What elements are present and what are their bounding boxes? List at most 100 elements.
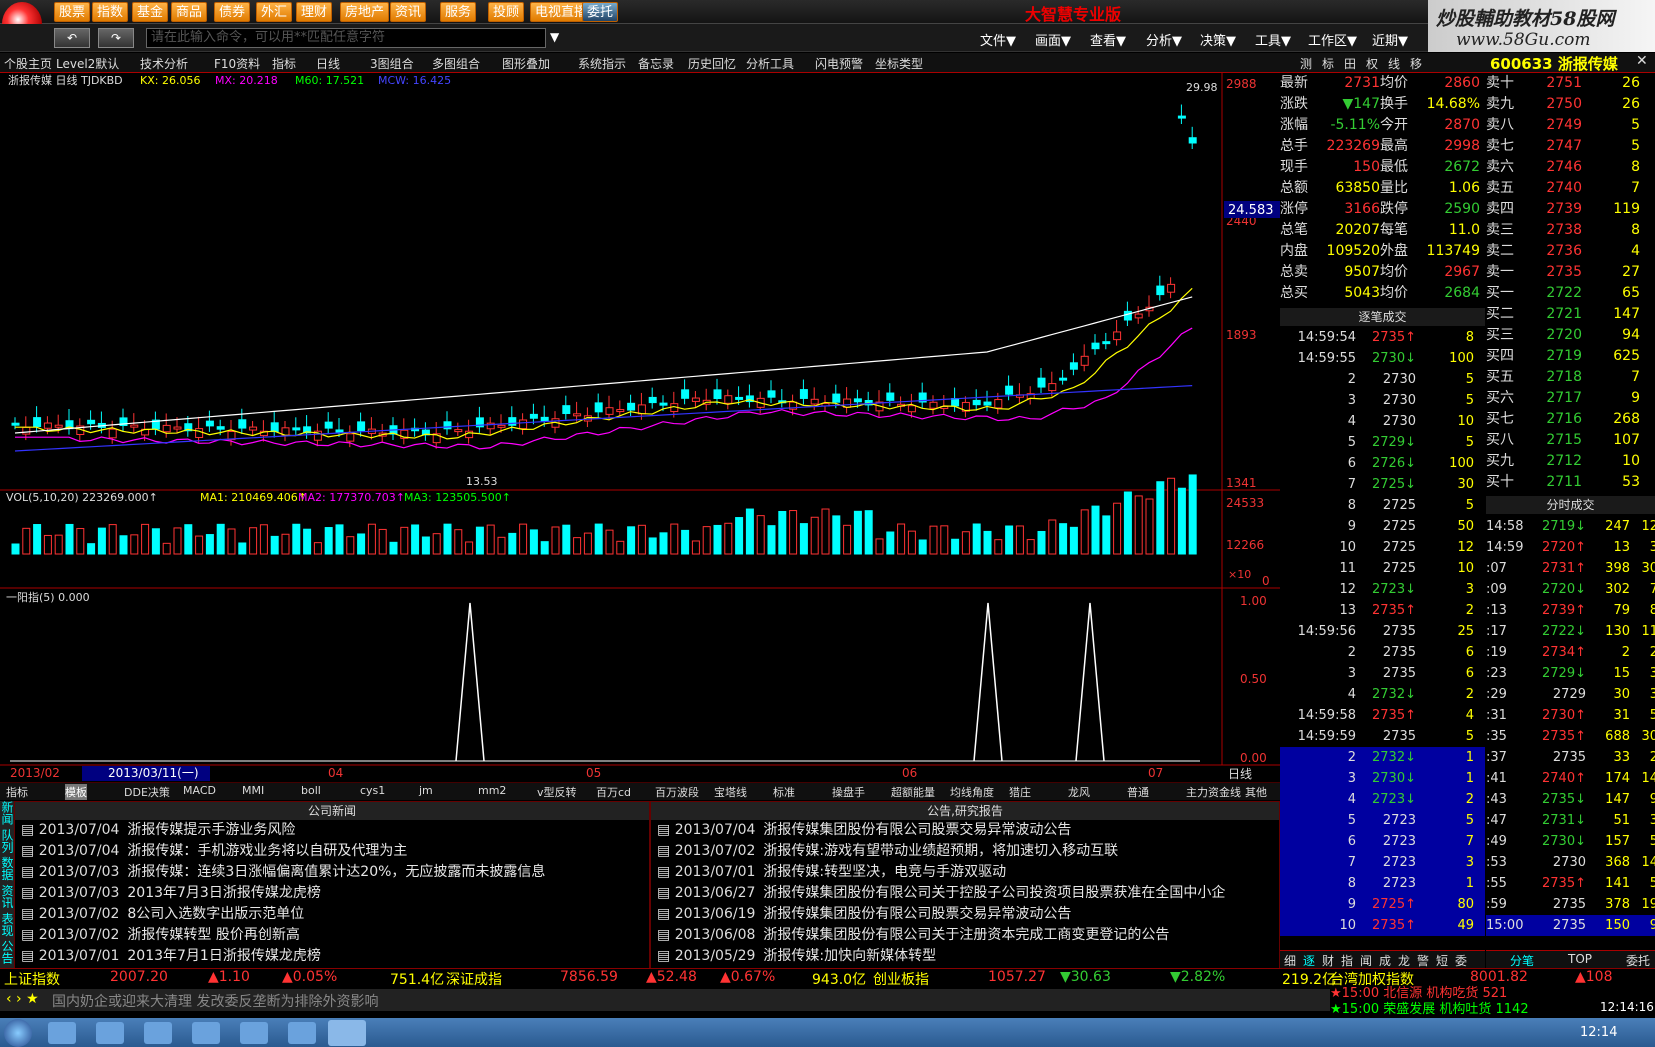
indicator-tab-11[interactable]: 百万波段 — [655, 784, 699, 800]
toolbar-0[interactable]: 个股主页 — [4, 55, 52, 72]
toolbar-8[interactable]: 图形叠加 — [502, 55, 550, 72]
bottom-tab-8[interactable]: 短 — [1436, 952, 1448, 969]
indicator-tab-1[interactable]: 模板 — [65, 784, 87, 800]
indicator-tab-3[interactable]: MACD — [183, 784, 216, 797]
indicator-tab-16[interactable]: 均线角度 — [950, 784, 994, 800]
toolbar-right-3[interactable]: 权 — [1366, 55, 1378, 72]
start-button[interactable] — [4, 1019, 32, 1047]
news-item[interactable]: ▤ 2013/07/03 浙报传媒：连续3日涨幅偏离值累计达20%，无应披露而未披… — [15, 862, 649, 883]
toolbar-11[interactable]: 历史回忆 — [688, 55, 736, 72]
toolbar-14[interactable]: 坐标类型 — [875, 55, 923, 72]
news-item[interactable]: ▤ 2013/06/27 浙报传媒集团股份有限公司关于控股子公司投资项目股票获准在… — [651, 883, 1279, 904]
orderbook-row[interactable]: 买六 2717 9 — [1486, 388, 1655, 409]
news-item[interactable]: ▤ 2013/06/19 浙报传媒集团股份有限公司股票交易异常波动公告 — [651, 904, 1279, 925]
bottom-tab-1[interactable]: 逐 — [1303, 952, 1315, 969]
news-side-tabs[interactable]: 新闻 队列 数据 资讯 表现 公告 相关 — [0, 801, 14, 969]
indicator-tab-5[interactable]: boll — [301, 784, 321, 797]
orderbook-row[interactable]: 卖五 2740 7 — [1486, 178, 1655, 199]
orderbook-row[interactable]: 买十 2711 53 — [1486, 472, 1655, 493]
orderbook-row[interactable]: 卖二 2736 4 — [1486, 241, 1655, 262]
forward-button[interactable]: ↷ — [98, 28, 134, 48]
news-item[interactable]: ▤ 2013/07/02 浙报传媒:游戏有望带动业绩超预期，将加速切入移动互联 — [651, 841, 1279, 862]
menu-0[interactable]: 股票 — [54, 2, 91, 22]
toolbar-2[interactable]: 技术分析 — [140, 55, 188, 72]
toolbar-1[interactable]: Level2默认 — [56, 55, 119, 72]
indicator-tab-17[interactable]: 猎庄 — [1009, 784, 1031, 800]
orderbook-row[interactable]: 卖三 2738 8 — [1486, 220, 1655, 241]
right-menu-7[interactable]: 近期▼ — [1372, 30, 1408, 49]
orderbook-row[interactable]: 卖十 2751 26 — [1486, 73, 1655, 94]
toolbar-6[interactable]: 3图组合 — [370, 55, 414, 72]
toolbar-right-1[interactable]: 标 — [1322, 55, 1334, 72]
news-item[interactable]: ▤ 2013/07/01 2013年7月1日浙报传媒龙虎榜 — [15, 946, 649, 967]
right-menu-2[interactable]: 查看▼ — [1090, 30, 1126, 49]
bottom-tab-0[interactable]: 细 — [1284, 952, 1296, 969]
bottom-tab-3[interactable]: 指 — [1341, 952, 1353, 969]
dzh-taskbar-icon[interactable] — [328, 1020, 366, 1046]
alert-1[interactable]: ★15:00 北信源 机构吃货 521 — [1330, 986, 1600, 1002]
toolbar-4[interactable]: 指标 — [272, 55, 296, 72]
minute-trade-list[interactable]: 14:58 2719↓ 247 12 14:59 2720↑ 13 3:07 2731↑ 398 3… — [1486, 516, 1655, 966]
indicator-tab-13[interactable]: 标准 — [773, 784, 795, 800]
news-item[interactable]: ▤ 2013/07/04 浙报传媒：手机游戏业务将以自研及代理为主 — [15, 841, 649, 862]
menu-4[interactable]: 债券 — [214, 2, 251, 22]
indicator-tab-6[interactable]: cys1 — [360, 784, 385, 797]
orderbook-row[interactable]: 买五 2718 7 — [1486, 367, 1655, 388]
news-ticker-text[interactable]: 国内奶企或迎来大清理 发改委反垄断为排除外资影响 — [52, 991, 378, 1011]
orderbook-row[interactable]: 卖一 2735 27 — [1486, 262, 1655, 283]
bottom-tab-7[interactable]: 警 — [1417, 952, 1429, 969]
orderbook-row[interactable]: 买八 2715 107 — [1486, 430, 1655, 451]
indicator-tab-10[interactable]: 百万cd — [596, 784, 631, 800]
indicator-tab-21[interactable]: 其他 — [1245, 784, 1267, 800]
news-item[interactable]: ▤ 2013/07/01 浙报传媒:转型坚决，电竞与手游双驱动 — [651, 862, 1279, 883]
right-menu-0[interactable]: 文件▼ — [980, 30, 1016, 49]
news-item[interactable]: ▤ 2013/07/02 浙报传媒转型 股价再创新高 — [15, 925, 649, 946]
orderbook-row[interactable]: 买四 2719 625 — [1486, 346, 1655, 367]
orderbook-row[interactable]: 卖六 2746 8 — [1486, 157, 1655, 178]
close-icon[interactable]: ✕ — [1636, 53, 1648, 69]
indicator-tab-0[interactable]: 指标 — [6, 784, 28, 800]
menu-7[interactable]: 房地产 — [340, 2, 390, 22]
folder-icon[interactable] — [144, 1022, 172, 1044]
smiley-icon[interactable] — [240, 1022, 268, 1044]
orderbook-row[interactable]: 卖八 2749 5 — [1486, 115, 1655, 136]
menu-10[interactable]: 投顾 — [488, 2, 525, 22]
news-item[interactable]: ▤ 2013/07/04 浙报传媒提示手游业务风险 — [15, 820, 649, 841]
orderbook-row[interactable]: 买七 2716 268 — [1486, 409, 1655, 430]
orderbook-row[interactable]: 买九 2712 10 — [1486, 451, 1655, 472]
toolbar-12[interactable]: 分析工具 — [746, 55, 794, 72]
bottom-right-tab-0[interactable]: 分笔 — [1510, 952, 1534, 969]
toolbar-3[interactable]: F10资料 — [214, 55, 260, 72]
news-item[interactable]: ▤ 2013/07/03 2013年7月3日浙报传媒龙虎榜 — [15, 883, 649, 904]
indicator-tab-19[interactable]: 普通 — [1127, 784, 1149, 800]
menu-3[interactable]: 商品 — [171, 2, 208, 22]
kline-chart[interactable]: 浙报传媒 日线 TJDKBD KX: 26.056 MX: 20.218 M60… — [0, 73, 1280, 781]
menu-9[interactable]: 服务 — [440, 2, 477, 22]
menu-2[interactable]: 基金 — [132, 2, 169, 22]
menu-6[interactable]: 理财 — [296, 2, 333, 22]
toolbar-7[interactable]: 多图组合 — [432, 55, 480, 72]
explorer-icon[interactable] — [96, 1022, 124, 1044]
indicator-tab-14[interactable]: 操盘手 — [832, 784, 865, 800]
menu-5[interactable]: 外汇 — [256, 2, 293, 22]
toolbar-right-0[interactable]: 测 — [1300, 55, 1312, 72]
toolbar-13[interactable]: 闪电预警 — [815, 55, 863, 72]
command-dropdown-icon[interactable]: ▼ — [550, 30, 559, 44]
bottom-right-tab-1[interactable]: TOP — [1568, 952, 1592, 966]
news-item[interactable]: ▤ 2013/07/04 浙报传媒集团股份有限公司股票交易异常波动公告 — [651, 820, 1279, 841]
indicator-tab-9[interactable]: v型反转 — [537, 784, 577, 800]
back-button[interactable]: ↶ — [54, 28, 90, 48]
orderbook-row[interactable]: 卖四 2739 119 — [1486, 199, 1655, 220]
indicator-tab-12[interactable]: 宝塔线 — [714, 784, 747, 800]
news-item[interactable]: ▤ 2013/07/02 8公司入选数字出版示范单位 — [15, 904, 649, 925]
right-menu-3[interactable]: 分析▼ — [1146, 30, 1182, 49]
orderbook-row[interactable]: 买一 2722 65 — [1486, 283, 1655, 304]
bottom-tab-6[interactable]: 龙 — [1398, 952, 1410, 969]
menu-1[interactable]: 指数 — [92, 2, 129, 22]
toolbar-9[interactable]: 系统指示 — [578, 55, 626, 72]
menu-12[interactable]: 委托 — [582, 2, 619, 22]
alert-2[interactable]: ★15:00 荣盛发展 机构吐货 1142 — [1330, 1002, 1600, 1018]
app-icon[interactable] — [192, 1022, 220, 1044]
toolbar-right-4[interactable]: 线 — [1388, 55, 1400, 72]
toolbar-right-5[interactable]: 移 — [1410, 55, 1422, 72]
